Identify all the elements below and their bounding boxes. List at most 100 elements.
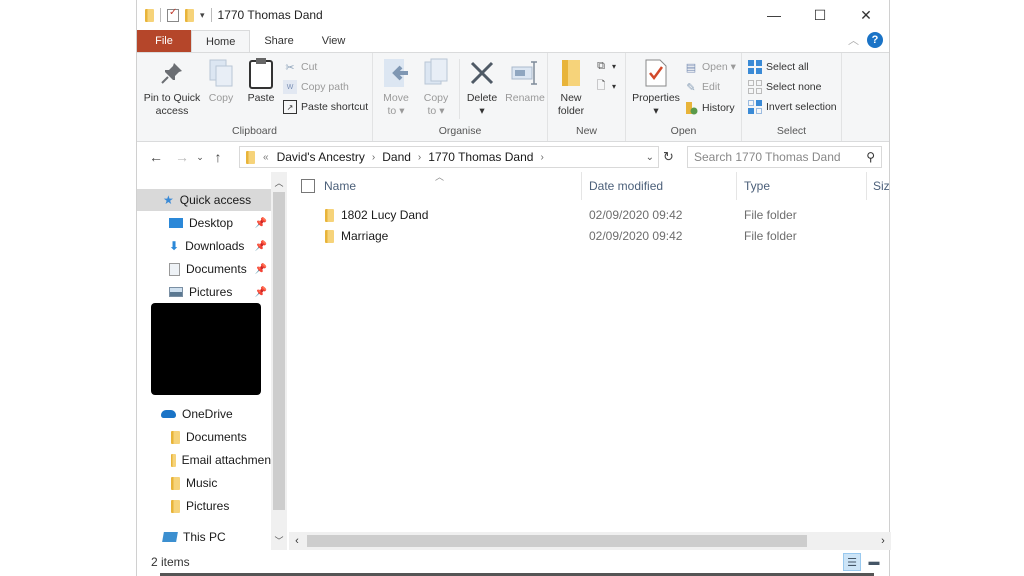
new-folder-label-2: folder: [558, 105, 584, 118]
pin-icon[interactable]: 📌: [255, 287, 267, 298]
breadcrumb-separator-icon[interactable]: ›: [418, 152, 421, 163]
pin-to-quick-access-button[interactable]: Pin to Quick access: [143, 57, 201, 118]
tab-file[interactable]: File: [137, 30, 191, 52]
desktop-icon: [169, 218, 183, 228]
new-folder-icon: [555, 57, 587, 89]
refresh-icon[interactable]: ↻: [663, 149, 674, 165]
breadcrumb-overflow[interactable]: «: [263, 152, 269, 163]
select-none-button[interactable]: Select none: [748, 78, 821, 96]
scrollbar-thumb[interactable]: [307, 535, 807, 547]
column-divider[interactable]: [736, 172, 737, 200]
sidebar-item-downloads[interactable]: ⬇ Downloads 📌: [137, 235, 271, 257]
paste-button[interactable]: Paste: [243, 57, 279, 105]
breadcrumb-davids-ancestry[interactable]: David's Ancestry: [277, 150, 365, 164]
breadcrumb-separator-icon[interactable]: ›: [372, 152, 375, 163]
paste-shortcut-label: Paste shortcut: [301, 101, 368, 113]
sidebar-item-onedrive-pictures[interactable]: Pictures: [137, 495, 271, 517]
minimize-button[interactable]: —: [751, 0, 797, 30]
new-folder-qat-icon[interactable]: [185, 9, 194, 22]
scroll-up-icon[interactable]: ︿: [271, 174, 287, 190]
sidebar-item-music[interactable]: Music: [137, 472, 271, 494]
close-button[interactable]: ✕: [843, 0, 889, 30]
forward-button[interactable]: →: [171, 149, 193, 165]
scroll-down-icon[interactable]: ﹀: [271, 532, 287, 548]
sidebar-item-label: Documents: [186, 430, 247, 444]
pin-icon[interactable]: 📌: [255, 218, 267, 229]
copy-to-button[interactable]: Copy to ▾: [417, 57, 455, 118]
tab-view[interactable]: View: [308, 30, 360, 52]
copy-path-button[interactable]: W Copy path: [283, 78, 349, 96]
sidebar-item-this-pc[interactable]: This PC: [137, 526, 271, 548]
select-all-checkbox[interactable]: [301, 179, 315, 193]
computer-icon: [162, 532, 178, 542]
search-icon[interactable]: ⚲: [866, 150, 875, 164]
select-all-button[interactable]: Select all: [748, 58, 809, 76]
recent-locations-dropdown[interactable]: ⌄: [193, 152, 207, 163]
rename-button[interactable]: Rename: [503, 57, 547, 105]
address-bar[interactable]: « David's Ancestry › Dand › 1770 Thomas …: [239, 146, 659, 168]
collapse-ribbon-icon[interactable]: ︿: [848, 32, 859, 48]
delete-dropdown-icon[interactable]: ▾: [479, 105, 484, 118]
redacted-region: [151, 303, 261, 395]
properties-dropdown-icon[interactable]: ▾: [653, 105, 658, 118]
scroll-right-icon[interactable]: ›: [875, 532, 891, 550]
column-divider[interactable]: [581, 172, 582, 200]
sidebar-item-pictures[interactable]: Pictures 📌: [137, 281, 271, 303]
scrollbar-thumb[interactable]: [273, 192, 285, 510]
sidebar-item-onedrive-documents[interactable]: Documents: [137, 426, 271, 448]
column-header-name[interactable]: Name: [324, 172, 356, 200]
column-header-date-modified[interactable]: Date modified: [589, 172, 663, 200]
open-button[interactable]: ▤ Open ▾: [684, 58, 736, 76]
file-list-horizontal-scrollbar[interactable]: ‹ ›: [289, 532, 891, 550]
new-item-button[interactable]: ⧉▾: [594, 57, 616, 75]
column-header-type[interactable]: Type: [744, 172, 770, 200]
invert-selection-button[interactable]: Invert selection: [748, 98, 837, 116]
paste-shortcut-button[interactable]: ↗ Paste shortcut: [283, 98, 368, 116]
organise-group-label: Organise: [373, 125, 547, 137]
sidebar-item-label: Email attachmen: [182, 453, 271, 467]
large-icons-view-button[interactable]: ▬: [865, 553, 883, 571]
move-to-button[interactable]: Move to ▾: [377, 57, 415, 118]
breadcrumb-dand[interactable]: Dand: [382, 150, 411, 164]
select-group: Select all Select none Invert selection …: [742, 53, 842, 141]
sidebar-item-desktop[interactable]: Desktop 📌: [137, 212, 271, 234]
customize-qat-dropdown-icon[interactable]: ▾: [200, 10, 205, 21]
address-dropdown-icon[interactable]: ⌄: [646, 152, 654, 163]
sidebar-vertical-scrollbar[interactable]: ︿ ﹀: [271, 172, 287, 550]
open-icon: ▤: [684, 60, 698, 74]
file-row[interactable]: 1802 Lucy Dand 02/09/2020 09:42 File fol…: [289, 205, 891, 226]
rename-label: Rename: [505, 92, 545, 105]
sidebar-item-onedrive[interactable]: OneDrive: [137, 403, 271, 425]
file-name: 1802 Lucy Dand: [341, 208, 428, 222]
scroll-left-icon[interactable]: ‹: [289, 532, 305, 550]
tab-home[interactable]: Home: [191, 30, 250, 52]
breadcrumb-1770-thomas-dand[interactable]: 1770 Thomas Dand: [428, 150, 533, 164]
new-group: New folder ⧉▾ 🗋▾ New: [548, 53, 626, 141]
tab-share[interactable]: Share: [250, 30, 307, 52]
sidebar-item-email-attachments[interactable]: Email attachmen: [137, 449, 271, 471]
delete-button[interactable]: Delete ▾: [463, 57, 501, 118]
easy-access-button[interactable]: 🗋▾: [594, 77, 616, 95]
column-header-size[interactable]: Siz: [873, 172, 890, 200]
up-button[interactable]: ↑: [207, 149, 229, 165]
help-icon[interactable]: ?: [867, 32, 883, 48]
column-divider[interactable]: [866, 172, 867, 200]
new-folder-button[interactable]: New folder: [552, 57, 590, 118]
folder-icon: [246, 151, 255, 164]
sidebar-item-documents[interactable]: Documents 📌: [137, 258, 271, 280]
breadcrumb-separator-icon[interactable]: ›: [540, 152, 543, 163]
pin-icon[interactable]: 📌: [255, 241, 267, 252]
copy-button[interactable]: Copy: [203, 57, 239, 105]
pin-icon[interactable]: 📌: [255, 264, 267, 275]
properties-button[interactable]: Properties ▾: [628, 57, 684, 118]
back-button[interactable]: ←: [145, 149, 167, 165]
details-view-button[interactable]: ☰: [843, 553, 861, 571]
edit-button[interactable]: ✎ Edit: [684, 78, 720, 96]
sidebar-item-quick-access[interactable]: ★ Quick access: [137, 189, 271, 211]
cut-button[interactable]: ✂ Cut: [283, 58, 317, 76]
maximize-button[interactable]: ☐: [797, 0, 843, 30]
search-input[interactable]: Search 1770 Thomas Dand ⚲: [687, 146, 882, 168]
history-button[interactable]: History: [684, 99, 735, 117]
properties-qat-icon[interactable]: [167, 9, 179, 22]
file-row[interactable]: Marriage 02/09/2020 09:42 File folder: [289, 226, 891, 247]
